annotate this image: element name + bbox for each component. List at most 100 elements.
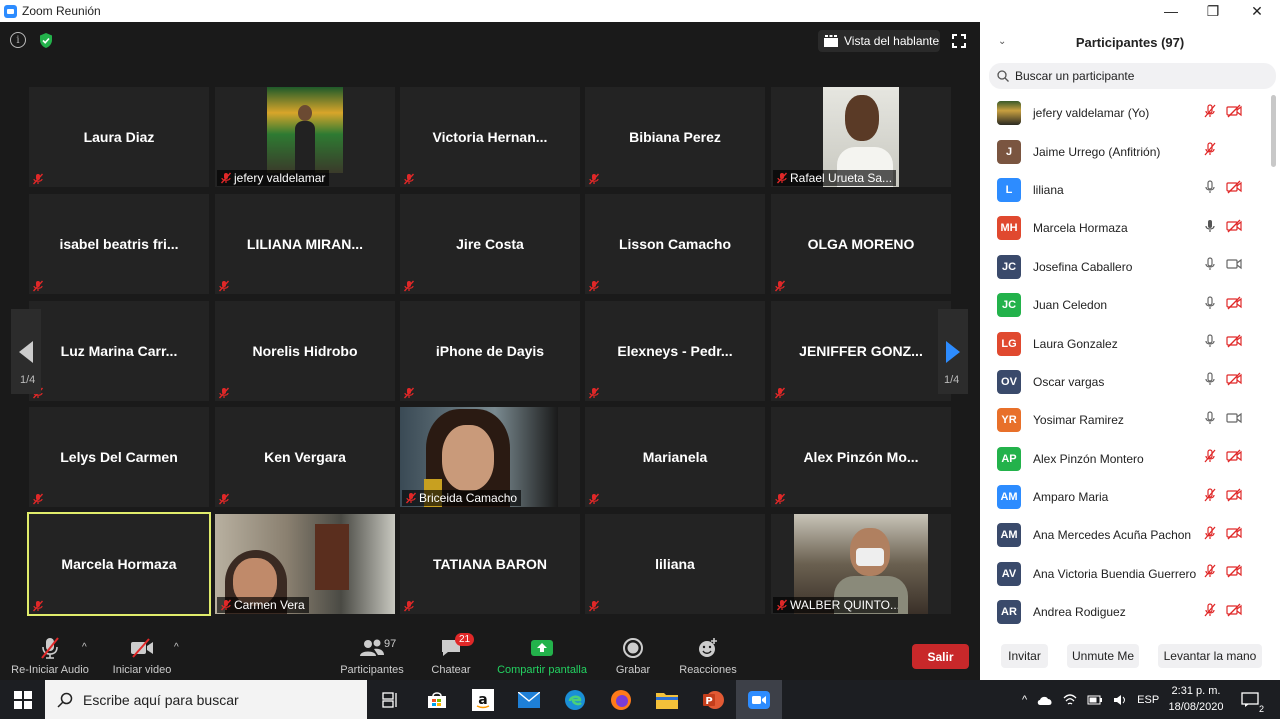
participant-row[interactable]: Lliliana <box>980 171 1270 209</box>
participant-row[interactable]: AP Alex Pinzón Montero <box>980 440 1270 478</box>
video-tile[interactable]: Ken Vergara <box>215 407 395 507</box>
video-tile[interactable]: Lisson Camacho <box>585 194 765 294</box>
start-button[interactable] <box>0 680 45 719</box>
mail-app[interactable] <box>506 680 552 719</box>
tray-expand-icon[interactable]: ^ <box>1022 694 1027 706</box>
video-tile[interactable]: OLGA MORENO <box>771 194 951 294</box>
participant-name: liliana <box>1033 182 1064 197</box>
volume-icon[interactable] <box>1113 694 1127 706</box>
arrow-right-icon <box>946 340 960 363</box>
invite-button[interactable]: Invitar <box>1001 644 1048 668</box>
video-tile[interactable]: Victoria Hernan... <box>400 87 580 187</box>
video-tile[interactable]: LILIANA MIRAN... <box>215 194 395 294</box>
reactions-button[interactable]: Reacciones <box>676 628 740 680</box>
video-tile[interactable]: Marcela Hormaza <box>27 512 211 616</box>
participant-search-input[interactable]: Buscar un participante <box>989 63 1276 89</box>
video-tile[interactable]: Luz Marina Carr... <box>29 301 209 401</box>
camera-off-icon <box>1226 564 1242 583</box>
record-button[interactable]: Grabar <box>608 628 658 680</box>
raise-hand-button[interactable]: Levantar la mano <box>1158 644 1262 668</box>
onedrive-icon[interactable] <box>1037 695 1053 705</box>
participant-row[interactable]: jefery valdelamar (Yo) <box>980 94 1270 132</box>
video-tile[interactable]: WALBER QUINTO... <box>771 514 951 614</box>
language-indicator[interactable]: ESP <box>1137 694 1159 706</box>
maximize-button[interactable]: ❐ <box>1190 0 1236 22</box>
video-tile[interactable]: JENIFFER GONZ... <box>771 301 951 401</box>
participant-row[interactable]: AM Ana Mercedes Acuña Pachon <box>980 516 1270 554</box>
encryption-shield-icon[interactable] <box>38 32 54 49</box>
store-app[interactable] <box>414 680 460 719</box>
unmute-me-button[interactable]: Unmute Me <box>1067 644 1139 668</box>
tile-name-label: Carmen Vera <box>217 597 309 613</box>
participant-row[interactable]: AM Amparo Maria <box>980 478 1270 516</box>
participant-row[interactable]: J Jaime Urrego (Anfitrión) <box>980 132 1270 170</box>
participants-button[interactable]: Participantes <box>338 628 406 680</box>
participant-row[interactable]: MH Marcela Hormaza <box>980 209 1270 247</box>
video-tile[interactable]: Bibiana Perez <box>585 87 765 187</box>
participant-row[interactable]: YR Yosimar Ramirez <box>980 401 1270 439</box>
video-tile[interactable]: Jire Costa <box>400 194 580 294</box>
mic-muted-icon <box>41 637 59 659</box>
edge-icon <box>565 689 585 710</box>
notifications-button[interactable]: 2 <box>1230 680 1270 719</box>
taskbar-search-input[interactable]: Escribe aquí para buscar <box>45 680 367 719</box>
edge-app[interactable] <box>552 680 598 719</box>
mic-muted-icon <box>1202 104 1218 123</box>
video-tile[interactable]: TATIANA BARON <box>400 514 580 614</box>
camera-off-icon <box>1226 296 1242 315</box>
close-button[interactable]: ✕ <box>1234 0 1280 22</box>
window-title: Zoom Reunión <box>22 4 101 18</box>
participant-row[interactable]: JC Juan Celedon <box>980 286 1270 324</box>
video-tile[interactable]: Laura Diaz <box>29 87 209 187</box>
firefox-app[interactable] <box>598 680 644 719</box>
video-tile[interactable]: liliana <box>585 514 765 614</box>
mic-muted-icon <box>1202 564 1218 583</box>
clock[interactable]: 2:31 p. m. 18/08/2020 <box>1168 683 1224 715</box>
participant-row[interactable]: AV Ana Victoria Buendia Guerrero <box>980 555 1270 593</box>
participant-row[interactable]: JC Josefina Caballero <box>980 248 1270 286</box>
meeting-info-icon[interactable]: i <box>10 32 26 48</box>
participant-row[interactable]: OV Oscar vargas <box>980 363 1270 401</box>
zoom-app[interactable] <box>736 680 782 719</box>
battery-icon[interactable] <box>1087 695 1103 705</box>
video-button[interactable]: Iniciar video <box>110 628 174 680</box>
minimize-button[interactable]: — <box>1148 0 1194 22</box>
leave-button[interactable]: Salir <box>912 644 969 669</box>
store-icon <box>428 691 446 708</box>
share-screen-button[interactable]: Compartir pantalla <box>492 628 592 680</box>
wifi-icon[interactable] <box>1063 693 1077 706</box>
video-tile[interactable]: Carmen Vera <box>215 514 395 614</box>
video-options-icon[interactable]: ^ <box>174 642 179 653</box>
video-tile[interactable]: Alex Pinzón Mo... <box>771 407 951 507</box>
video-tile[interactable]: Rafael Urueta Sa... <box>771 87 951 187</box>
audio-button[interactable]: Re-Iniciar Audio <box>8 628 92 680</box>
audio-options-icon[interactable]: ^ <box>82 642 87 653</box>
video-tile[interactable]: Elexneys - Pedr... <box>585 301 765 401</box>
mic-muted-icon <box>32 492 44 505</box>
video-tile[interactable]: Marianela <box>585 407 765 507</box>
speaker-view-button[interactable]: Vista del hablante <box>818 30 940 52</box>
video-tile[interactable]: Lelys Del Carmen <box>29 407 209 507</box>
participants-icon <box>360 639 384 656</box>
zoom-icon <box>748 690 770 709</box>
fullscreen-icon[interactable] <box>952 34 966 48</box>
panel-scrollbar[interactable] <box>1271 95 1276 167</box>
video-tile[interactable]: Briceida Camacho <box>400 407 580 507</box>
mic-muted-icon <box>32 599 44 612</box>
avatar: AP <box>997 446 1021 471</box>
powerpoint-app[interactable]: P <box>690 680 736 719</box>
participant-row[interactable]: LG Laura Gonzalez <box>980 324 1270 362</box>
file-explorer-app[interactable] <box>644 680 690 719</box>
participant-row[interactable]: AR Andrea Rodiguez <box>980 593 1270 631</box>
video-tile[interactable]: iPhone de Dayis <box>400 301 580 401</box>
amazon-app[interactable]: a <box>460 680 506 719</box>
powerpoint-icon: P <box>703 690 724 709</box>
video-tile[interactable]: jefery valdelamar <box>215 87 395 187</box>
camera-icon <box>1226 257 1242 276</box>
video-tile[interactable]: Norelis Hidrobo <box>215 301 395 401</box>
mic-muted-icon <box>588 172 600 185</box>
mic-muted-icon <box>1202 449 1218 468</box>
video-tile[interactable]: isabel beatris fri... <box>29 194 209 294</box>
camera-off-icon <box>1226 449 1242 468</box>
task-view-button[interactable] <box>367 680 413 719</box>
